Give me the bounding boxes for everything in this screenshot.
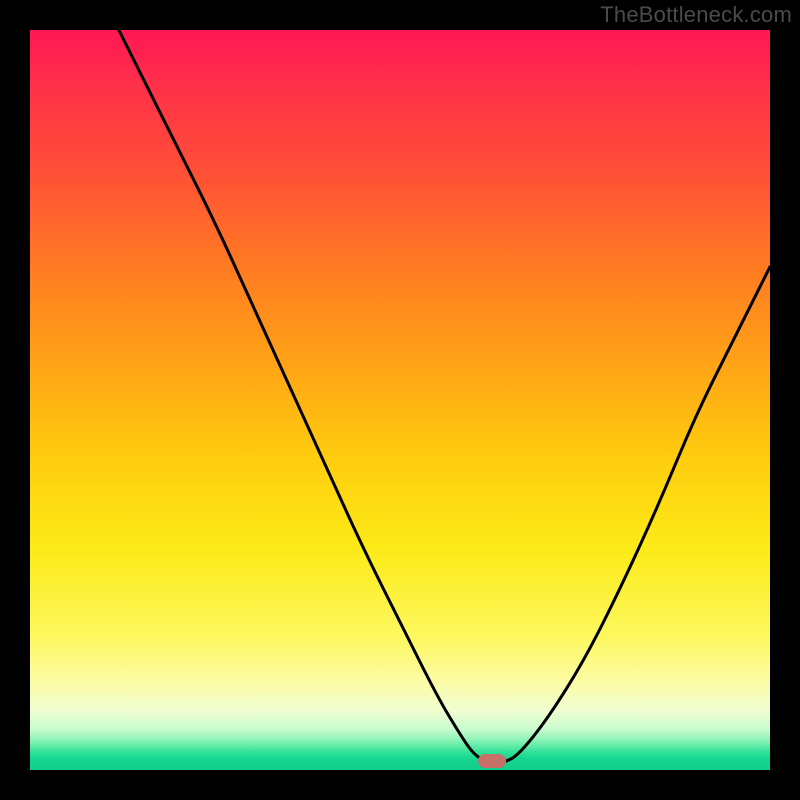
chart-frame: TheBottleneck.com <box>0 0 800 800</box>
plot-area <box>30 30 770 770</box>
optimum-marker <box>478 754 506 768</box>
watermark-text: TheBottleneck.com <box>600 2 792 28</box>
bottleneck-curve <box>30 30 770 770</box>
